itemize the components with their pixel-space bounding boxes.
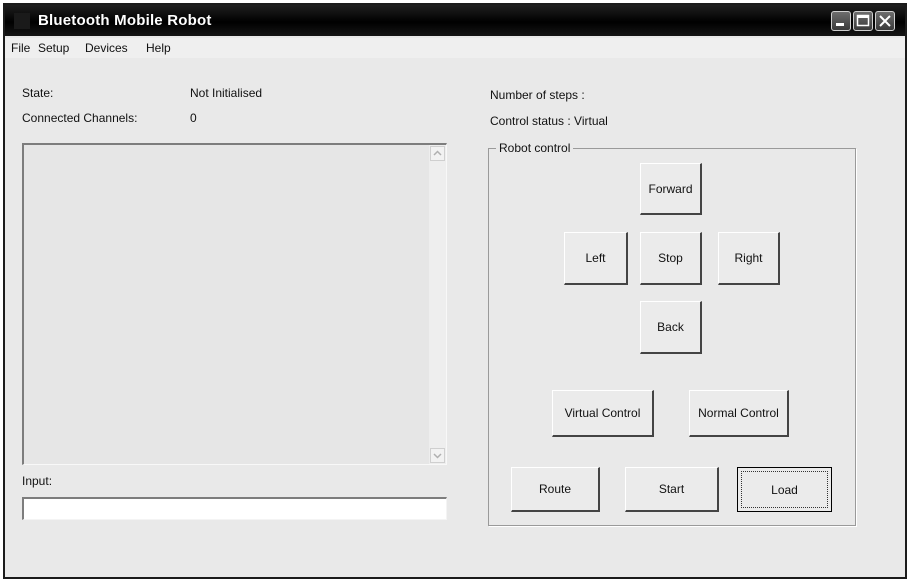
route-button[interactable]: Route [511,467,600,512]
forward-button[interactable]: Forward [640,163,702,215]
back-button[interactable]: Back [640,301,702,354]
scroll-up-button[interactable] [430,146,445,161]
scroll-up-arrow-icon [433,150,442,156]
forward-button-label: Forward [648,181,693,196]
control-status-label: Control status : Virtual [490,114,608,128]
back-button-label: Back [657,320,684,334]
focus-rect [741,471,828,508]
virtual-control-button[interactable]: Virtual Control [552,390,654,437]
scroll-down-arrow-icon [433,453,442,459]
route-button-label: Route [538,482,572,496]
left-button-label: Left [585,251,606,265]
input-label: Input: [22,474,53,488]
normal-control-button-label: Normal Control [698,406,779,420]
menu-file[interactable]: File [11,41,30,55]
scroll-down-button[interactable] [430,448,445,463]
minimize-icon [836,23,844,26]
title-bar[interactable]: Bluetooth Mobile Robot [5,5,905,36]
connected-channels-label: Connected Channels: [22,111,138,125]
start-button[interactable]: Start [625,467,719,512]
close-button[interactable] [875,11,895,31]
virtual-control-button-label: Virtual Control [564,406,641,420]
connected-channels-value: 0 [190,111,197,125]
app-icon [14,13,30,29]
menu-devices[interactable]: Devices [85,41,128,55]
state-value: Not Initialised [190,86,263,100]
input-field[interactable] [22,497,447,520]
robot-control-title: Robot control [496,141,574,155]
maximize-icon [856,14,870,27]
steps-label: Number of steps : [490,88,585,102]
normal-control-button[interactable]: Normal Control [689,390,789,437]
stop-button[interactable]: Stop [640,232,702,285]
menu-bar: File Setup Devices Help [5,38,905,58]
minimize-button[interactable] [831,11,851,31]
menu-setup[interactable]: Setup [38,41,69,55]
close-icon [879,15,891,27]
log-output-area[interactable] [22,143,447,465]
menu-help[interactable]: Help [146,41,171,55]
left-button[interactable]: Left [564,232,628,285]
right-button-label: Right [734,251,763,265]
start-button-label: Start [658,482,685,496]
state-label: State: [22,86,54,100]
right-button[interactable]: Right [718,232,780,285]
stop-button-label: Stop [658,251,683,265]
log-scrollbar[interactable] [429,145,446,464]
maximize-button[interactable] [853,11,873,31]
load-button[interactable]: Load [737,467,832,512]
window-title: Bluetooth Mobile Robot [38,12,212,29]
